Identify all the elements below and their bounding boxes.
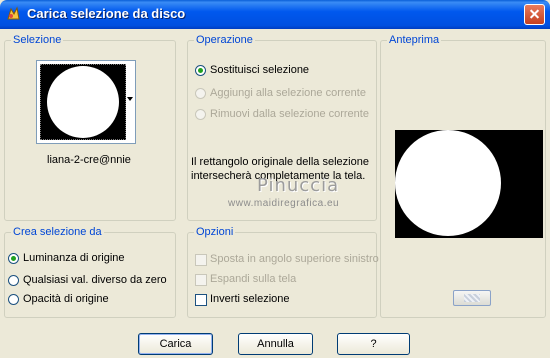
opzioni-legend: Opzioni — [194, 226, 236, 238]
checkbox-espandi-tela — [195, 274, 207, 286]
radio-label-rimuovi: Rimuovi dalla selezione corrente — [210, 108, 369, 120]
radio-qualsiasi-valore[interactable] — [8, 275, 19, 286]
checkbox-label-inverti[interactable]: Inverti selezione — [210, 293, 290, 305]
crea-selezione-legend: Crea selezione da — [11, 226, 104, 238]
title-bar[interactable]: Carica selezione da disco — [0, 0, 550, 29]
thumbnail-circle-shape — [47, 66, 119, 138]
radio-sostituisci-selezione[interactable] — [195, 65, 206, 76]
watermark-url: www.maidiregrafica.eu — [228, 198, 340, 209]
checkbox-label-espandi: Espandi sulla tela — [210, 273, 297, 285]
app-icon — [5, 6, 21, 22]
radio-label-qualsiasi[interactable]: Qualsiasi val. diverso da zero — [23, 274, 167, 286]
operazione-legend: Operazione — [194, 34, 255, 46]
navigation-icon — [464, 294, 480, 302]
radio-luminanza[interactable] — [8, 253, 19, 264]
preview-canvas — [395, 130, 543, 238]
preview-circle-shape — [395, 130, 501, 236]
checkbox-inverti-selezione[interactable] — [195, 294, 207, 306]
selection-thumbnail-dropdown[interactable] — [36, 60, 136, 144]
window-title: Carica selezione da disco — [27, 6, 186, 21]
help-button[interactable]: ? — [337, 333, 410, 355]
annulla-button[interactable]: Annulla — [238, 333, 313, 355]
checkbox-label-sposta: Sposta in angolo superiore sinistro — [210, 253, 379, 265]
radio-label-sostituisci[interactable]: Sostituisci selezione — [210, 64, 309, 76]
checkbox-sposta-angolo — [195, 254, 207, 266]
preview-navigation-button[interactable] — [453, 290, 491, 306]
anteprima-legend: Anteprima — [387, 34, 442, 46]
selezione-legend: Selezione — [11, 34, 64, 46]
watermark-name: Pinuccia — [257, 175, 340, 196]
close-icon[interactable] — [524, 4, 545, 25]
selection-thumbnail — [40, 64, 126, 140]
operazione-info-line1: Il rettangolo originale della selezione — [191, 156, 369, 168]
chevron-down-icon — [127, 97, 133, 101]
radio-label-luminanza[interactable]: Luminanza di origine — [23, 252, 125, 264]
radio-opacita[interactable] — [8, 294, 19, 305]
radio-label-opacita[interactable]: Opacità di origine — [23, 293, 109, 305]
radio-rimuovi-selezione — [195, 109, 206, 120]
radio-aggiungi-selezione — [195, 88, 206, 99]
radio-label-aggiungi: Aggiungi alla selezione corrente — [210, 87, 366, 99]
selection-file-name: liana-2-cre@nnie — [47, 154, 131, 166]
carica-button[interactable]: Carica — [138, 333, 213, 355]
